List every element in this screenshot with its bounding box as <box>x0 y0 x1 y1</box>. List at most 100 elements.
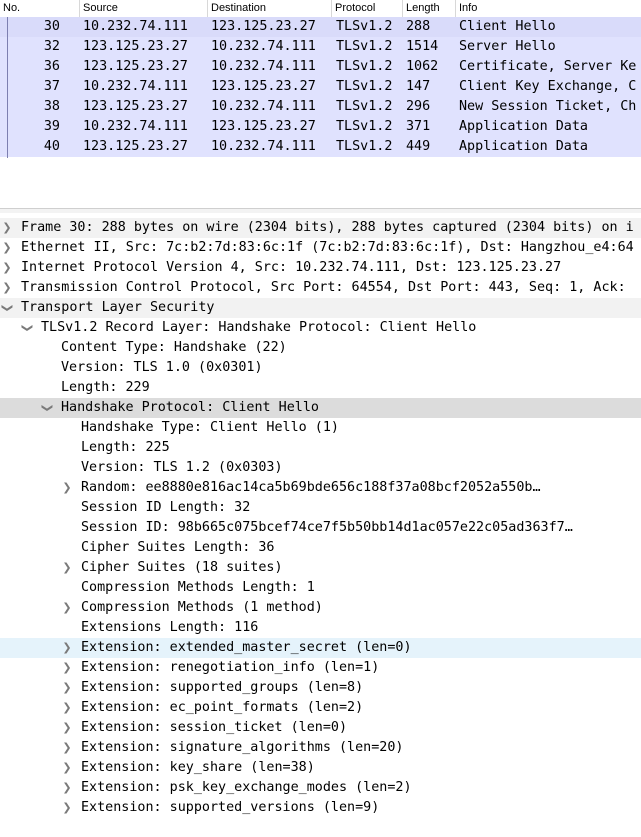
tree-item-random[interactable]: ❯ Random: ee8880e816ac14ca5b69bde656c188… <box>0 478 641 498</box>
packet-row[interactable]: 38 123.125.23.27 10.232.74.111 TLSv1.2 2… <box>0 97 641 117</box>
tree-item-session-id[interactable]: Session ID: 98b665c075bcef74ce7f5b50bb14… <box>0 518 641 538</box>
tree-item-compression-methods[interactable]: ❯ Compression Methods (1 method) <box>0 598 641 618</box>
packet-length: 288 <box>406 19 431 34</box>
packet-info: Application Data <box>459 139 588 154</box>
packet-row[interactable]: 32 123.125.23.27 10.232.74.111 TLSv1.2 1… <box>0 37 641 57</box>
packet-no: 40 <box>43 139 60 154</box>
tree-item-label: Compression Methods Length: 1 <box>81 580 315 595</box>
chevron-right-icon[interactable]: ❯ <box>2 238 12 258</box>
chevron-down-icon[interactable]: ❯ <box>0 303 17 313</box>
tree-item-hs-version[interactable]: Version: TLS 1.2 (0x0303) <box>0 458 641 478</box>
tree-item-label: Extension: key_share (len=38) <box>81 760 315 775</box>
packet-row[interactable]: 30 10.232.74.111 123.125.23.27 TLSv1.2 2… <box>0 17 641 37</box>
chevron-right-icon[interactable]: ❯ <box>62 678 72 698</box>
tree-item-tls[interactable]: ❯ Transport Layer Security <box>0 298 641 318</box>
tree-item-handshake[interactable]: ❯ Handshake Protocol: Client Hello <box>0 398 641 418</box>
chevron-down-icon[interactable]: ❯ <box>37 403 57 413</box>
tree-item-ext-extended-master-secret[interactable]: ❯ Extension: extended_master_secret (len… <box>0 638 641 658</box>
tree-item-cipher-suites-length[interactable]: Cipher Suites Length: 36 <box>0 538 641 558</box>
column-header-no[interactable]: No. <box>0 0 80 17</box>
conversation-bracket <box>0 17 8 158</box>
packet-row[interactable]: 39 10.232.74.111 123.125.23.27 TLSv1.2 3… <box>0 117 641 137</box>
tree-item-hs-length[interactable]: Length: 225 <box>0 438 641 458</box>
chevron-right-icon[interactable]: ❯ <box>2 218 12 238</box>
packet-row[interactable]: 37 10.232.74.111 123.125.23.27 TLSv1.2 1… <box>0 77 641 97</box>
tree-item-label: TLSv1.2 Record Layer: Handshake Protocol… <box>41 320 477 335</box>
tree-item-compression-methods-length[interactable]: Compression Methods Length: 1 <box>0 578 641 598</box>
packet-info: New Session Ticket, Ch <box>459 99 637 114</box>
column-header-source[interactable]: Source <box>80 0 208 17</box>
tree-item-version[interactable]: Version: TLS 1.0 (0x0301) <box>0 358 641 378</box>
tree-item-ext-session-ticket[interactable]: ❯ Extension: session_ticket (len=0) <box>0 718 641 738</box>
packet-no: 39 <box>43 119 60 134</box>
tree-item-handshake-type[interactable]: Handshake Type: Client Hello (1) <box>0 418 641 438</box>
tree-item-ext-supported-versions[interactable]: ❯ Extension: supported_versions (len=9) <box>0 798 641 818</box>
packet-row[interactable]: 36 123.125.23.27 10.232.74.111 TLSv1.2 1… <box>0 57 641 77</box>
tree-item-length[interactable]: Length: 229 <box>0 378 641 398</box>
chevron-right-icon[interactable]: ❯ <box>62 698 72 718</box>
chevron-right-icon[interactable]: ❯ <box>62 718 72 738</box>
tree-item-label: Cipher Suites (18 suites) <box>81 560 283 575</box>
tree-item-label: Extension: renegotiation_info (len=1) <box>81 660 380 675</box>
tree-item-ext-renegotiation-info[interactable]: ❯ Extension: renegotiation_info (len=1) <box>0 658 641 678</box>
tree-item-ext-signature-algorithms[interactable]: ❯ Extension: signature_algorithms (len=2… <box>0 738 641 758</box>
packet-info: Application Data <box>459 119 588 134</box>
tree-item-content-type[interactable]: Content Type: Handshake (22) <box>0 338 641 358</box>
column-header-length[interactable]: Length <box>403 0 456 17</box>
packet-protocol: TLSv1.2 <box>336 59 393 74</box>
packet-source: 123.125.23.27 <box>83 139 188 154</box>
packet-list-header: No. Source Destination Protocol Length I… <box>0 0 641 18</box>
packet-source: 123.125.23.27 <box>83 99 188 114</box>
packet-length: 371 <box>406 119 431 134</box>
packet-protocol: TLSv1.2 <box>336 79 393 94</box>
packet-info: Certificate, Server Ke <box>459 59 637 74</box>
column-header-info[interactable]: Info <box>456 0 641 17</box>
chevron-right-icon[interactable]: ❯ <box>62 798 72 818</box>
packet-protocol: TLSv1.2 <box>336 139 393 154</box>
tree-item-extensions-length[interactable]: Extensions Length: 116 <box>0 618 641 638</box>
chevron-right-icon[interactable]: ❯ <box>62 558 72 578</box>
chevron-right-icon[interactable]: ❯ <box>62 478 72 498</box>
tree-item-ethernet[interactable]: ❯ Ethernet II, Src: 7c:b2:7d:83:6c:1f (7… <box>0 238 641 258</box>
tree-item-ip[interactable]: ❯ Internet Protocol Version 4, Src: 10.2… <box>0 258 641 278</box>
tree-item-tcp[interactable]: ❯ Transmission Control Protocol, Src Por… <box>0 278 641 298</box>
tree-item-label: Version: TLS 1.0 (0x0301) <box>61 360 263 375</box>
packet-protocol: TLSv1.2 <box>336 39 393 54</box>
tree-item-ext-psk-key-exchange-modes[interactable]: ❯ Extension: psk_key_exchange_modes (len… <box>0 778 641 798</box>
packet-no: 37 <box>43 79 60 94</box>
tree-item-ext-supported-groups[interactable]: ❯ Extension: supported_groups (len=8) <box>0 678 641 698</box>
packet-length: 1062 <box>406 59 439 74</box>
tree-item-label: Extension: psk_key_exchange_modes (len=2… <box>81 780 412 795</box>
tree-item-label: Session ID: 98b665c075bcef74ce7f5b50bb14… <box>81 520 573 535</box>
packet-destination: 123.125.23.27 <box>211 19 316 34</box>
column-header-protocol[interactable]: Protocol <box>332 0 403 17</box>
tree-item-cipher-suites[interactable]: ❯ Cipher Suites (18 suites) <box>0 558 641 578</box>
chevron-right-icon[interactable]: ❯ <box>2 278 12 298</box>
tree-item-label: Session ID Length: 32 <box>81 500 251 515</box>
tree-item-label: Ethernet II, Src: 7c:b2:7d:83:6c:1f (7c:… <box>21 240 634 255</box>
tree-item-record-layer[interactable]: ❯ TLSv1.2 Record Layer: Handshake Protoc… <box>0 318 641 338</box>
packet-row[interactable]: 40 123.125.23.27 10.232.74.111 TLSv1.2 4… <box>0 137 641 157</box>
packet-source: 10.232.74.111 <box>83 119 188 134</box>
packet-destination: 10.232.74.111 <box>211 59 316 74</box>
chevron-right-icon[interactable]: ❯ <box>62 638 72 658</box>
chevron-right-icon[interactable]: ❯ <box>62 658 72 678</box>
chevron-right-icon[interactable]: ❯ <box>62 778 72 798</box>
chevron-down-icon[interactable]: ❯ <box>17 323 37 333</box>
pane-splitter[interactable] <box>0 208 641 213</box>
chevron-right-icon[interactable]: ❯ <box>62 738 72 758</box>
packet-no: 38 <box>43 99 60 114</box>
packet-destination: 10.232.74.111 <box>211 139 316 154</box>
tree-item-label: Extensions Length: 116 <box>81 620 259 635</box>
packet-no: 32 <box>43 39 60 54</box>
tree-item-ext-ec-point-formats[interactable]: ❯ Extension: ec_point_formats (len=2) <box>0 698 641 718</box>
chevron-right-icon[interactable]: ❯ <box>62 758 72 778</box>
tree-item-ext-key-share[interactable]: ❯ Extension: key_share (len=38) <box>0 758 641 778</box>
chevron-right-icon[interactable]: ❯ <box>2 258 12 278</box>
tree-item-frame[interactable]: ❯ Frame 30: 288 bytes on wire (2304 bits… <box>0 218 641 238</box>
column-header-destination[interactable]: Destination <box>208 0 332 17</box>
tree-item-session-id-length[interactable]: Session ID Length: 32 <box>0 498 641 518</box>
tree-item-label: Transmission Control Protocol, Src Port:… <box>21 280 626 295</box>
chevron-right-icon[interactable]: ❯ <box>62 598 72 618</box>
tree-item-label: Length: 229 <box>61 380 150 395</box>
